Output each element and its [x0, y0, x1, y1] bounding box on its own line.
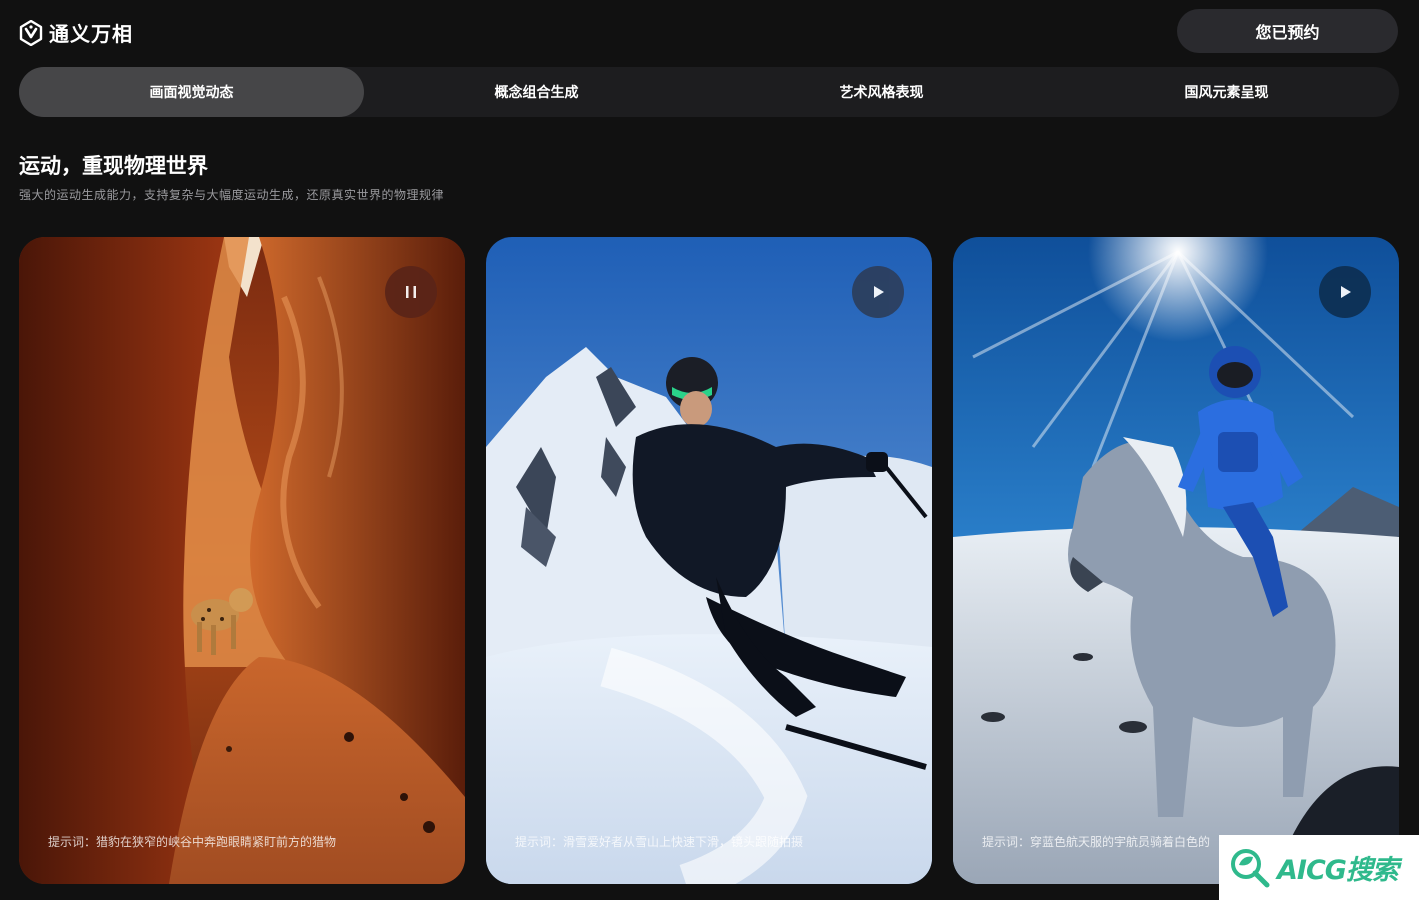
tongyi-logo-icon [19, 19, 43, 46]
prompt-caption: 提示词：滑雪爱好者从雪山上快速下滑，镜头跟随拍摄 [515, 835, 804, 849]
magnifier-leaf-icon [1231, 848, 1270, 887]
pause-icon [406, 286, 416, 298]
prompt-caption: 提示词：穿蓝色航天服的宇航员骑着白色的 [982, 835, 1211, 849]
video-card-list: 提示词：猎豹在狭窄的峡谷中奔跑眼睛紧盯前方的猎物 提示词：滑雪爱好者从雪山上快速… [19, 237, 1399, 884]
tab-visual-dynamics[interactable]: 画面视觉动态 [19, 67, 364, 117]
astronaut-horse-thumbnail [953, 237, 1399, 884]
section-description: 强大的运动生成能力，支持复杂与大幅度运动生成，还原真实世界的物理规律 [19, 188, 445, 202]
section-title: 运动，重现物理世界 [19, 154, 208, 178]
logo[interactable]: 通义万相 [19, 18, 133, 47]
video-card-astronaut[interactable]: 提示词：穿蓝色航天服的宇航员骑着白色的 [953, 237, 1399, 884]
play-button[interactable] [852, 266, 904, 318]
category-tabs: 画面视觉动态 概念组合生成 艺术风格表现 国风元素呈现 [19, 67, 1399, 117]
skier-thumbnail [486, 237, 932, 884]
pause-button[interactable] [385, 266, 437, 318]
play-button[interactable] [1319, 266, 1371, 318]
video-card-cheetah[interactable]: 提示词：猎豹在狭窄的峡谷中奔跑眼睛紧盯前方的猎物 [19, 237, 465, 884]
header: 通义万相 您已预约 [0, 0, 1419, 64]
video-card-skier[interactable]: 提示词：滑雪爱好者从雪山上快速下滑，镜头跟随拍摄 [486, 237, 932, 884]
aicg-search-watermark: AICG搜索 [1219, 835, 1419, 900]
play-icon [874, 286, 884, 298]
canyon-cheetah-thumbnail [19, 237, 465, 884]
app-name: 通义万相 [49, 22, 133, 46]
play-icon [1341, 286, 1351, 298]
reserved-button[interactable]: 您已预约 [1177, 9, 1398, 53]
watermark-text: AICG搜索 [1277, 855, 1399, 886]
tab-chinese-style[interactable]: 国风元素呈现 [1054, 67, 1399, 117]
prompt-caption: 提示词：猎豹在狭窄的峡谷中奔跑眼睛紧盯前方的猎物 [48, 835, 337, 849]
tab-concept-composition[interactable]: 概念组合生成 [364, 67, 709, 117]
tab-art-style[interactable]: 艺术风格表现 [709, 67, 1054, 117]
